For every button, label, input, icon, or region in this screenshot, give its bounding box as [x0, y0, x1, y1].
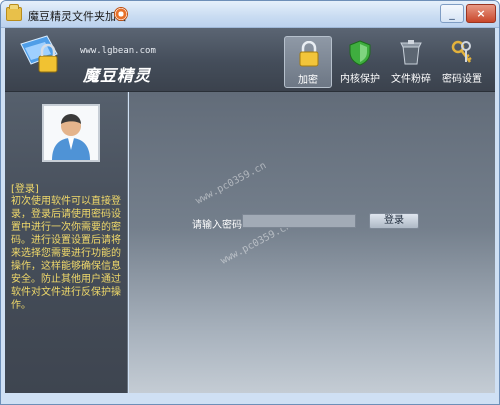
toolbar-shred-button[interactable]: 文件粉碎 — [387, 36, 435, 88]
toolbar-encrypt-button[interactable]: 加密 — [284, 36, 332, 88]
folder-icon — [6, 4, 22, 21]
toolbar-kernel-protect-button[interactable]: 内核保护 — [336, 36, 384, 88]
user-icon — [44, 106, 98, 160]
watermark: www.pc0359.cn — [194, 160, 269, 207]
shield-icon — [349, 40, 371, 66]
header-banner: www.lgbean.com 魔豆精灵 加密 内核保护 文件粉碎 密码设置 — [5, 28, 495, 92]
close-button[interactable]: × — [466, 4, 496, 23]
password-input[interactable] — [242, 214, 356, 228]
window-title: 魔豆精灵文件夹加密 — [28, 10, 127, 23]
main-panel: www.pc0359.cn www.pc0359.cn 请输入密码： 登录 — [129, 92, 495, 393]
minimize-button[interactable]: _ — [440, 4, 464, 23]
key-icon — [451, 40, 472, 63]
login-heading: [登录] — [11, 184, 39, 195]
lock-icon — [299, 41, 319, 67]
title-bar: 魔豆精灵文件夹加密 _ × — [1, 1, 499, 28]
shredder-icon — [400, 40, 422, 65]
status-bar — [5, 393, 495, 404]
logo-icon — [20, 35, 58, 73]
avatar — [42, 104, 100, 162]
login-button[interactable]: 登录 — [369, 213, 419, 229]
lifebuoy-icon[interactable] — [114, 7, 128, 21]
brand-url: www.lgbean.com — [80, 46, 156, 56]
app-window: 魔豆精灵文件夹加密 _ × www.lgbean.com 魔豆精灵 加密 内核保… — [0, 0, 500, 405]
toolbar-encrypt-label: 加密 — [298, 75, 318, 86]
help-text: 初次使用软件可以直接登录，登录后请使用密码设置中进行一次你需要的密码。进行设置设… — [11, 196, 121, 311]
sidebar: [登录] 初次使用软件可以直接登录，登录后请使用密码设置中进行一次你需要的密码。… — [5, 92, 128, 393]
brand-name: 魔豆精灵 — [83, 66, 152, 85]
toolbar-password-settings-label: 密码设置 — [442, 74, 482, 85]
toolbar-password-settings-button[interactable]: 密码设置 — [438, 36, 486, 88]
